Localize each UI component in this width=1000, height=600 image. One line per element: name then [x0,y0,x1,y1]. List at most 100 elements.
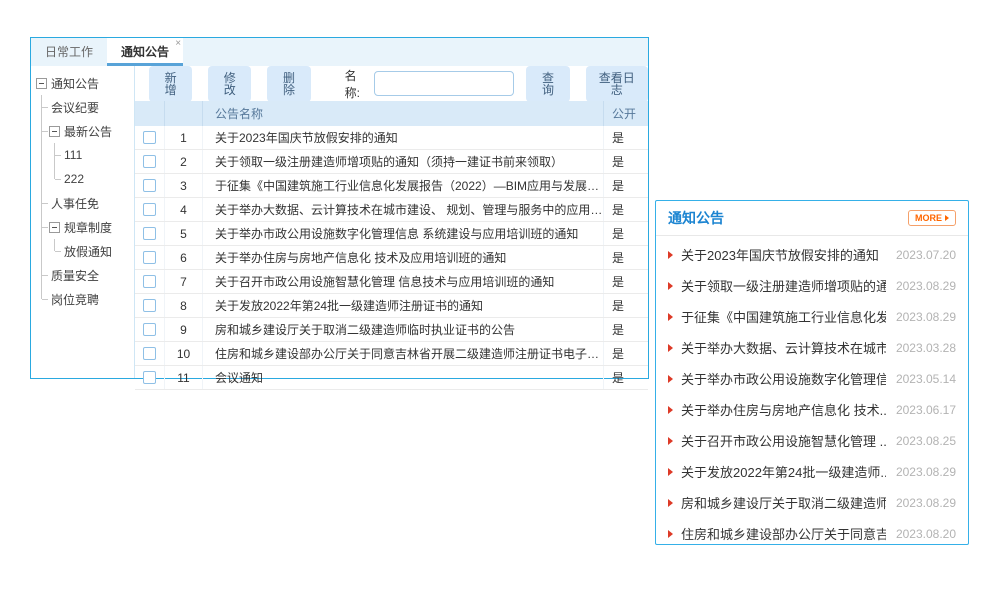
table-row[interactable]: 6 关于举办住房与房地产信息化 技术及应用培训班的通知 是 [135,246,648,270]
tree-node-label: 质量安全 [51,267,99,284]
notice-item[interactable]: 于征集《中国建筑施工行业信息化发... 2023.08.29 [656,301,968,332]
row-checkbox[interactable] [143,155,156,168]
public-flag: 是 [604,342,648,365]
row-checkbox[interactable] [143,227,156,240]
name-filter-label: 名称: [345,67,367,101]
tree-node[interactable]: 111 [35,143,131,167]
row-checkbox[interactable] [143,179,156,192]
tree-node-label: 放假通知 [64,243,112,260]
tree-connector [48,143,61,167]
row-checkbox[interactable] [143,299,156,312]
tree-expander-icon[interactable] [49,126,60,137]
notice-management-panel: 日常工作 通知公告 × 通知公告 会议纪要 最新公告 [30,37,649,379]
table-row[interactable]: 11 会议通知 是 [135,366,648,390]
widget-title: 通知公告 [668,208,908,228]
delete-button[interactable]: 删除 [267,66,310,102]
row-checkbox[interactable] [143,323,156,336]
table-row[interactable]: 3 于征集《中国建筑施工行业信息化发展报告（2022）—BIM应用与发展》材料的… [135,174,648,198]
add-button[interactable]: 新增 [149,66,192,102]
notice-title: 关于领取一级注册建造师增项贴的通... [681,276,886,295]
row-checkbox[interactable] [143,131,156,144]
table-header: 公告名称 公开 [135,101,648,126]
row-checkbox[interactable] [143,347,156,360]
notice-bullet-icon [668,251,673,259]
public-flag: 是 [604,222,648,245]
tree-connector [35,191,48,215]
panel-body: 通知公告 会议纪要 最新公告 111 222 [31,66,648,378]
notice-item[interactable]: 关于领取一级注册建造师增项贴的通... 2023.08.29 [656,270,968,301]
announcement-name: 关于召开市政公用设施智慧化管理 信息技术与应用培训班的通知 [215,273,554,290]
tree-node-root[interactable]: 通知公告 [35,71,131,95]
table-row[interactable]: 9 房和城乡建设厅关于取消二级建造师临时执业证书的公告 是 [135,318,648,342]
table-row[interactable]: 5 关于举办市政公用设施数字化管理信息 系统建设与应用培训班的通知 是 [135,222,648,246]
tab-notice[interactable]: 通知公告 × [107,38,183,65]
name-filter-input[interactable] [374,71,514,96]
notice-list: 关于2023年国庆节放假安排的通知 2023.07.20 关于领取一级注册建造师… [656,236,968,552]
notice-date: 2023.08.25 [896,434,956,448]
tree-node[interactable]: 会议纪要 [35,95,131,119]
table-row[interactable]: 10 住房和城乡建设部办公厅关于同意吉林省开展二级建造师注册证书电子化试点的..… [135,342,648,366]
row-index: 8 [165,294,203,317]
public-flag: 是 [604,126,648,149]
notice-item[interactable]: 关于发放2022年第24批一级建造师... 2023.08.29 [656,456,968,487]
tree-node[interactable]: 放假通知 [35,239,131,263]
announcement-name: 会议通知 [215,369,263,386]
header-index-cell [165,101,203,126]
tree-node-label: 会议纪要 [51,99,99,116]
tree-connector [35,167,48,191]
notice-item[interactable]: 关于2023年国庆节放假安排的通知 2023.07.20 [656,239,968,270]
notice-title: 关于举办大数据、云计算技术在城市... [681,338,886,357]
view-log-button[interactable]: 查看日志 [586,66,648,102]
table-row[interactable]: 2 关于领取一级注册建造师增项贴的通知（须持一建证书前来领取） 是 [135,150,648,174]
tree-node[interactable]: 人事任免 [35,191,131,215]
edit-button[interactable]: 修改 [208,66,251,102]
tree-node[interactable]: 最新公告 [35,119,131,143]
tab-daily-work-label: 日常工作 [45,43,93,60]
tree-connector [48,239,61,263]
row-checkbox[interactable] [143,251,156,264]
table-row[interactable]: 7 关于召开市政公用设施智慧化管理 信息技术与应用培训班的通知 是 [135,270,648,294]
table-row[interactable]: 8 关于发放2022年第24批一级建造师注册证书的通知 是 [135,294,648,318]
tree-node[interactable]: 质量安全 [35,263,131,287]
tree-node[interactable]: 222 [35,167,131,191]
row-checkbox[interactable] [143,275,156,288]
notice-date: 2023.03.28 [896,341,956,355]
tree-expander-icon[interactable] [36,78,47,89]
notice-item[interactable]: 关于举办市政公用设施数字化管理信... 2023.05.14 [656,363,968,394]
row-index: 3 [165,174,203,197]
header-checkbox-cell [135,101,165,126]
notice-item[interactable]: 关于举办住房与房地产信息化 技术... 2023.06.17 [656,394,968,425]
notice-widget: 通知公告 MORE 关于2023年国庆节放假安排的通知 2023.07.20 关… [655,200,969,545]
public-flag: 是 [604,198,648,221]
tab-daily-work[interactable]: 日常工作 [31,38,107,65]
notice-item[interactable]: 房和城乡建设厅关于取消二级建造师... 2023.08.29 [656,487,968,518]
tree-connector [35,119,48,143]
announcement-name: 关于举办住房与房地产信息化 技术及应用培训班的通知 [215,249,506,266]
row-index: 1 [165,126,203,149]
notice-item[interactable]: 住房和城乡建设部办公厅关于同意吉... 2023.08.20 [656,518,968,549]
table-row[interactable]: 1 关于2023年国庆节放假安排的通知 是 [135,126,648,150]
tree-connector [35,263,48,287]
tab-notice-label: 通知公告 [121,43,169,60]
tree-node[interactable]: 规章制度 [35,215,131,239]
tab-close-icon[interactable]: × [175,38,181,49]
row-checkbox[interactable] [143,203,156,216]
row-index: 10 [165,342,203,365]
notice-title: 关于举办住房与房地产信息化 技术... [681,400,886,419]
notice-date: 2023.08.29 [896,279,956,293]
notice-bullet-icon [668,530,673,538]
notice-item[interactable]: 关于举办大数据、云计算技术在城市... 2023.03.28 [656,332,968,363]
tree-expander-icon[interactable] [49,222,60,233]
public-flag: 是 [604,174,648,197]
table-row[interactable]: 4 关于举办大数据、云计算技术在城市建设、 规划、管理与服务中的应用培训班的..… [135,198,648,222]
notice-date: 2023.08.29 [896,465,956,479]
notice-date: 2023.08.29 [896,496,956,510]
tree-node[interactable]: 岗位竞聘 [35,287,131,311]
more-button[interactable]: MORE [908,210,956,226]
tree-node-label: 最新公告 [64,123,112,140]
tree-node-label: 222 [64,172,84,186]
notice-item[interactable]: 关于召开市政公用设施智慧化管理 ... 2023.08.25 [656,425,968,456]
row-index: 5 [165,222,203,245]
row-checkbox[interactable] [143,371,156,384]
search-button[interactable]: 查询 [526,66,569,102]
